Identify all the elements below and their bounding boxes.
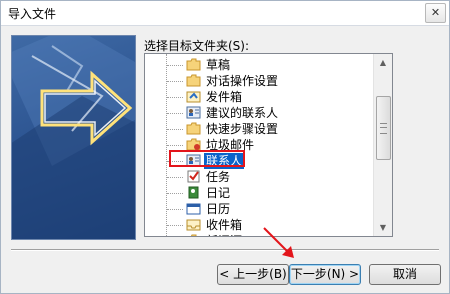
import-dialog: 导入文件 ✕ 选择目标文件夹(S): 草稿 对话操作设置 发件箱 建议的联系人 快速步骤…: [0, 0, 450, 294]
annotation-arrow-icon: [263, 227, 294, 258]
